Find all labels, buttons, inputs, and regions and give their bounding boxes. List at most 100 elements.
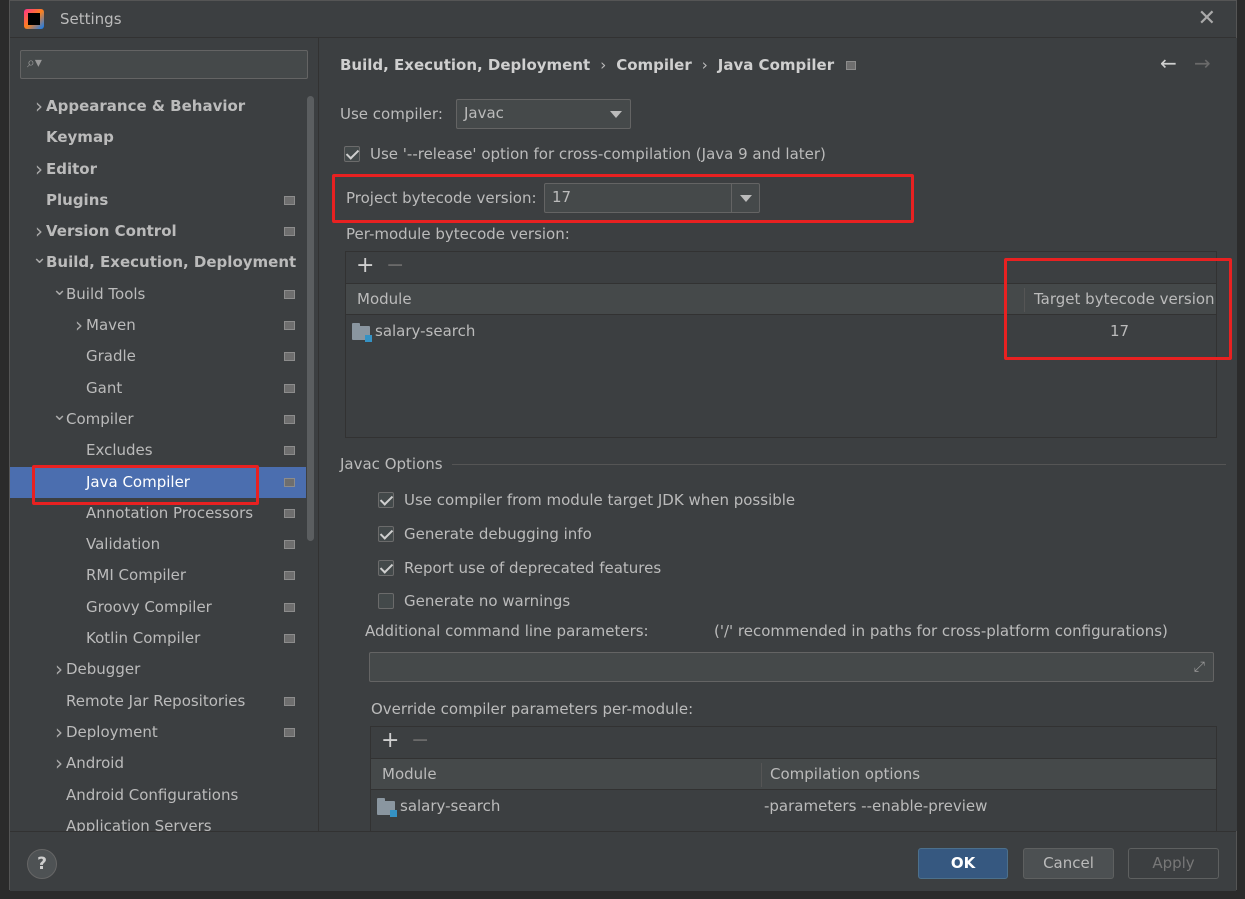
sidebar-item-label: Gradle bbox=[86, 347, 136, 366]
sidebar-item-groovy-compiler[interactable]: Groovy Compiler bbox=[10, 592, 306, 623]
opt-no-warnings-checkbox[interactable] bbox=[378, 593, 394, 609]
column-header-module[interactable]: Module bbox=[357, 290, 412, 308]
sidebar-item-version-control[interactable]: › Version Control bbox=[10, 216, 306, 247]
opt-deprecated-checkbox[interactable] bbox=[378, 560, 394, 576]
javac-options-title: Javac Options bbox=[340, 455, 443, 473]
project-scope-icon bbox=[284, 540, 295, 550]
sidebar-item-label: Plugins bbox=[46, 190, 109, 209]
sidebar-scrollbar[interactable] bbox=[307, 96, 314, 541]
ok-button[interactable]: OK bbox=[918, 848, 1008, 879]
sidebar-item-application-servers[interactable]: Application Servers bbox=[10, 811, 306, 831]
chevron-down-icon[interactable]: ⌄ bbox=[52, 274, 67, 305]
sidebar-item-editor[interactable]: › Editor bbox=[10, 154, 306, 185]
project-scope-icon bbox=[284, 602, 295, 612]
chevron-right-icon[interactable]: › bbox=[32, 154, 46, 185]
sidebar-item-plugins[interactable]: Plugins bbox=[10, 185, 306, 216]
release-option-checkbox[interactable] bbox=[344, 146, 360, 162]
chevron-down-icon bbox=[731, 184, 759, 212]
close-icon[interactable]: ✕ bbox=[1198, 6, 1216, 31]
opt-debug-info-checkbox[interactable] bbox=[378, 526, 394, 542]
module-name: salary-search bbox=[375, 322, 476, 340]
project-scope-icon bbox=[284, 321, 295, 331]
sidebar-item-label: Java Compiler bbox=[86, 472, 190, 491]
sidebar-item-android[interactable]: › Android bbox=[10, 748, 306, 779]
dialog-button-bar: ? OK Cancel Apply bbox=[10, 831, 1236, 891]
add-icon[interactable]: + bbox=[381, 728, 399, 753]
settings-search[interactable]: ⌕▾ bbox=[20, 50, 308, 79]
apply-button[interactable]: Apply bbox=[1128, 848, 1219, 879]
chevron-right-icon[interactable]: › bbox=[52, 654, 66, 685]
column-divider bbox=[1024, 288, 1025, 312]
settings-dialog: Settings ✕ ⌕▾ › Appearance & Behavior Keym… bbox=[9, 0, 1237, 891]
sidebar-item-label: Build Tools bbox=[66, 284, 146, 303]
column-header-module[interactable]: Module bbox=[382, 765, 437, 783]
settings-sidebar: ⌕▾ › Appearance & Behavior Keymap › Editor Pl… bbox=[10, 38, 319, 831]
help-button[interactable]: ? bbox=[27, 849, 57, 879]
project-bytecode-dropdown[interactable]: 17 bbox=[544, 183, 760, 213]
breadcrumb-item: Compiler bbox=[616, 56, 692, 74]
project-scope-icon bbox=[284, 696, 295, 706]
use-compiler-dropdown[interactable]: Javac bbox=[456, 99, 631, 129]
table-toolbar: + − bbox=[346, 252, 1216, 282]
forward-arrow-icon: → bbox=[1194, 51, 1211, 75]
project-scope-icon bbox=[284, 571, 295, 581]
sidebar-item-label: Android Configurations bbox=[66, 785, 239, 804]
sidebar-item-kotlin-compiler[interactable]: Kotlin Compiler bbox=[10, 623, 306, 654]
chevron-right-icon[interactable]: › bbox=[52, 748, 66, 779]
sidebar-item-excludes[interactable]: Excludes bbox=[10, 435, 306, 466]
sidebar-item-maven[interactable]: › Maven bbox=[10, 310, 306, 341]
search-input[interactable] bbox=[49, 54, 299, 75]
back-arrow-icon[interactable]: ← bbox=[1160, 51, 1177, 75]
additional-params-input[interactable]: ⤢ bbox=[369, 652, 1214, 682]
sidebar-item-label: Editor bbox=[46, 159, 97, 178]
chevron-down-icon[interactable]: ⌄ bbox=[32, 242, 47, 273]
sidebar-item-label: Validation bbox=[86, 535, 161, 554]
sidebar-item-label: Application Servers bbox=[66, 816, 212, 831]
sidebar-item-keymap[interactable]: Keymap bbox=[10, 122, 306, 153]
expand-icon[interactable]: ⤢ bbox=[1194, 659, 1205, 675]
project-bytecode-value: 17 bbox=[552, 188, 572, 206]
sidebar-item-label: Version Control bbox=[46, 222, 177, 241]
sidebar-item-label: Groovy Compiler bbox=[86, 597, 212, 616]
sidebar-item-annotation-processors[interactable]: Annotation Processors bbox=[10, 498, 306, 529]
chevron-down-icon[interactable]: ⌄ bbox=[52, 399, 67, 430]
table-row[interactable]: salary-search -parameters --enable-previ… bbox=[371, 791, 1216, 821]
cancel-button[interactable]: Cancel bbox=[1023, 848, 1114, 879]
opt-debug-info-label: Generate debugging info bbox=[404, 525, 592, 543]
sidebar-item-rmi-compiler[interactable]: RMI Compiler bbox=[10, 560, 306, 591]
project-scope-icon bbox=[284, 508, 295, 518]
opt-deprecated-label: Report use of deprecated features bbox=[404, 559, 662, 577]
sidebar-item-gradle[interactable]: Gradle bbox=[10, 341, 306, 372]
chevron-down-icon bbox=[602, 100, 630, 128]
opt-module-jdk-checkbox[interactable] bbox=[378, 492, 394, 508]
project-scope-icon bbox=[284, 352, 295, 362]
project-scope-icon bbox=[284, 289, 295, 299]
sidebar-item-label: Android bbox=[66, 754, 124, 773]
column-header-options[interactable]: Compilation options bbox=[770, 765, 920, 783]
sidebar-item-android-configurations[interactable]: Android Configurations bbox=[10, 780, 306, 811]
project-bytecode-label: Project bytecode version: bbox=[346, 189, 537, 207]
breadcrumb-separator: › bbox=[701, 56, 708, 74]
sidebar-item-validation[interactable]: Validation bbox=[10, 529, 306, 560]
add-icon[interactable]: + bbox=[356, 253, 374, 278]
chevron-right-icon[interactable]: › bbox=[32, 91, 46, 122]
table-row[interactable]: salary-search 17 bbox=[346, 316, 1216, 346]
sidebar-item-java-compiler[interactable]: Java Compiler bbox=[10, 464, 306, 505]
column-header-target[interactable]: Target bytecode version bbox=[1034, 290, 1215, 308]
remove-icon: − bbox=[386, 253, 405, 278]
sidebar-item-appearance-behavior[interactable]: › Appearance & Behavior bbox=[10, 91, 306, 122]
chevron-right-icon[interactable]: › bbox=[52, 717, 66, 748]
chevron-right-icon[interactable]: › bbox=[72, 310, 86, 341]
sidebar-item-build-tools[interactable]: ⌄ Build Tools bbox=[10, 279, 306, 310]
sidebar-item-remote-jar-repositories[interactable]: Remote Jar Repositories bbox=[10, 686, 306, 717]
opt-no-warnings-label: Generate no warnings bbox=[404, 592, 571, 610]
override-table: + − Module Compilation options salary-se… bbox=[370, 726, 1217, 831]
sidebar-item-compiler[interactable]: ⌄ Compiler bbox=[10, 404, 306, 435]
remove-icon: − bbox=[411, 728, 430, 753]
project-scope-icon bbox=[284, 634, 295, 644]
sidebar-item-deployment[interactable]: › Deployment bbox=[10, 717, 306, 748]
breadcrumb-item: Build, Execution, Deployment bbox=[340, 56, 591, 74]
sidebar-item-debugger[interactable]: › Debugger bbox=[10, 654, 306, 685]
title-bar: Settings ✕ bbox=[10, 1, 1236, 38]
section-divider bbox=[452, 464, 1226, 465]
